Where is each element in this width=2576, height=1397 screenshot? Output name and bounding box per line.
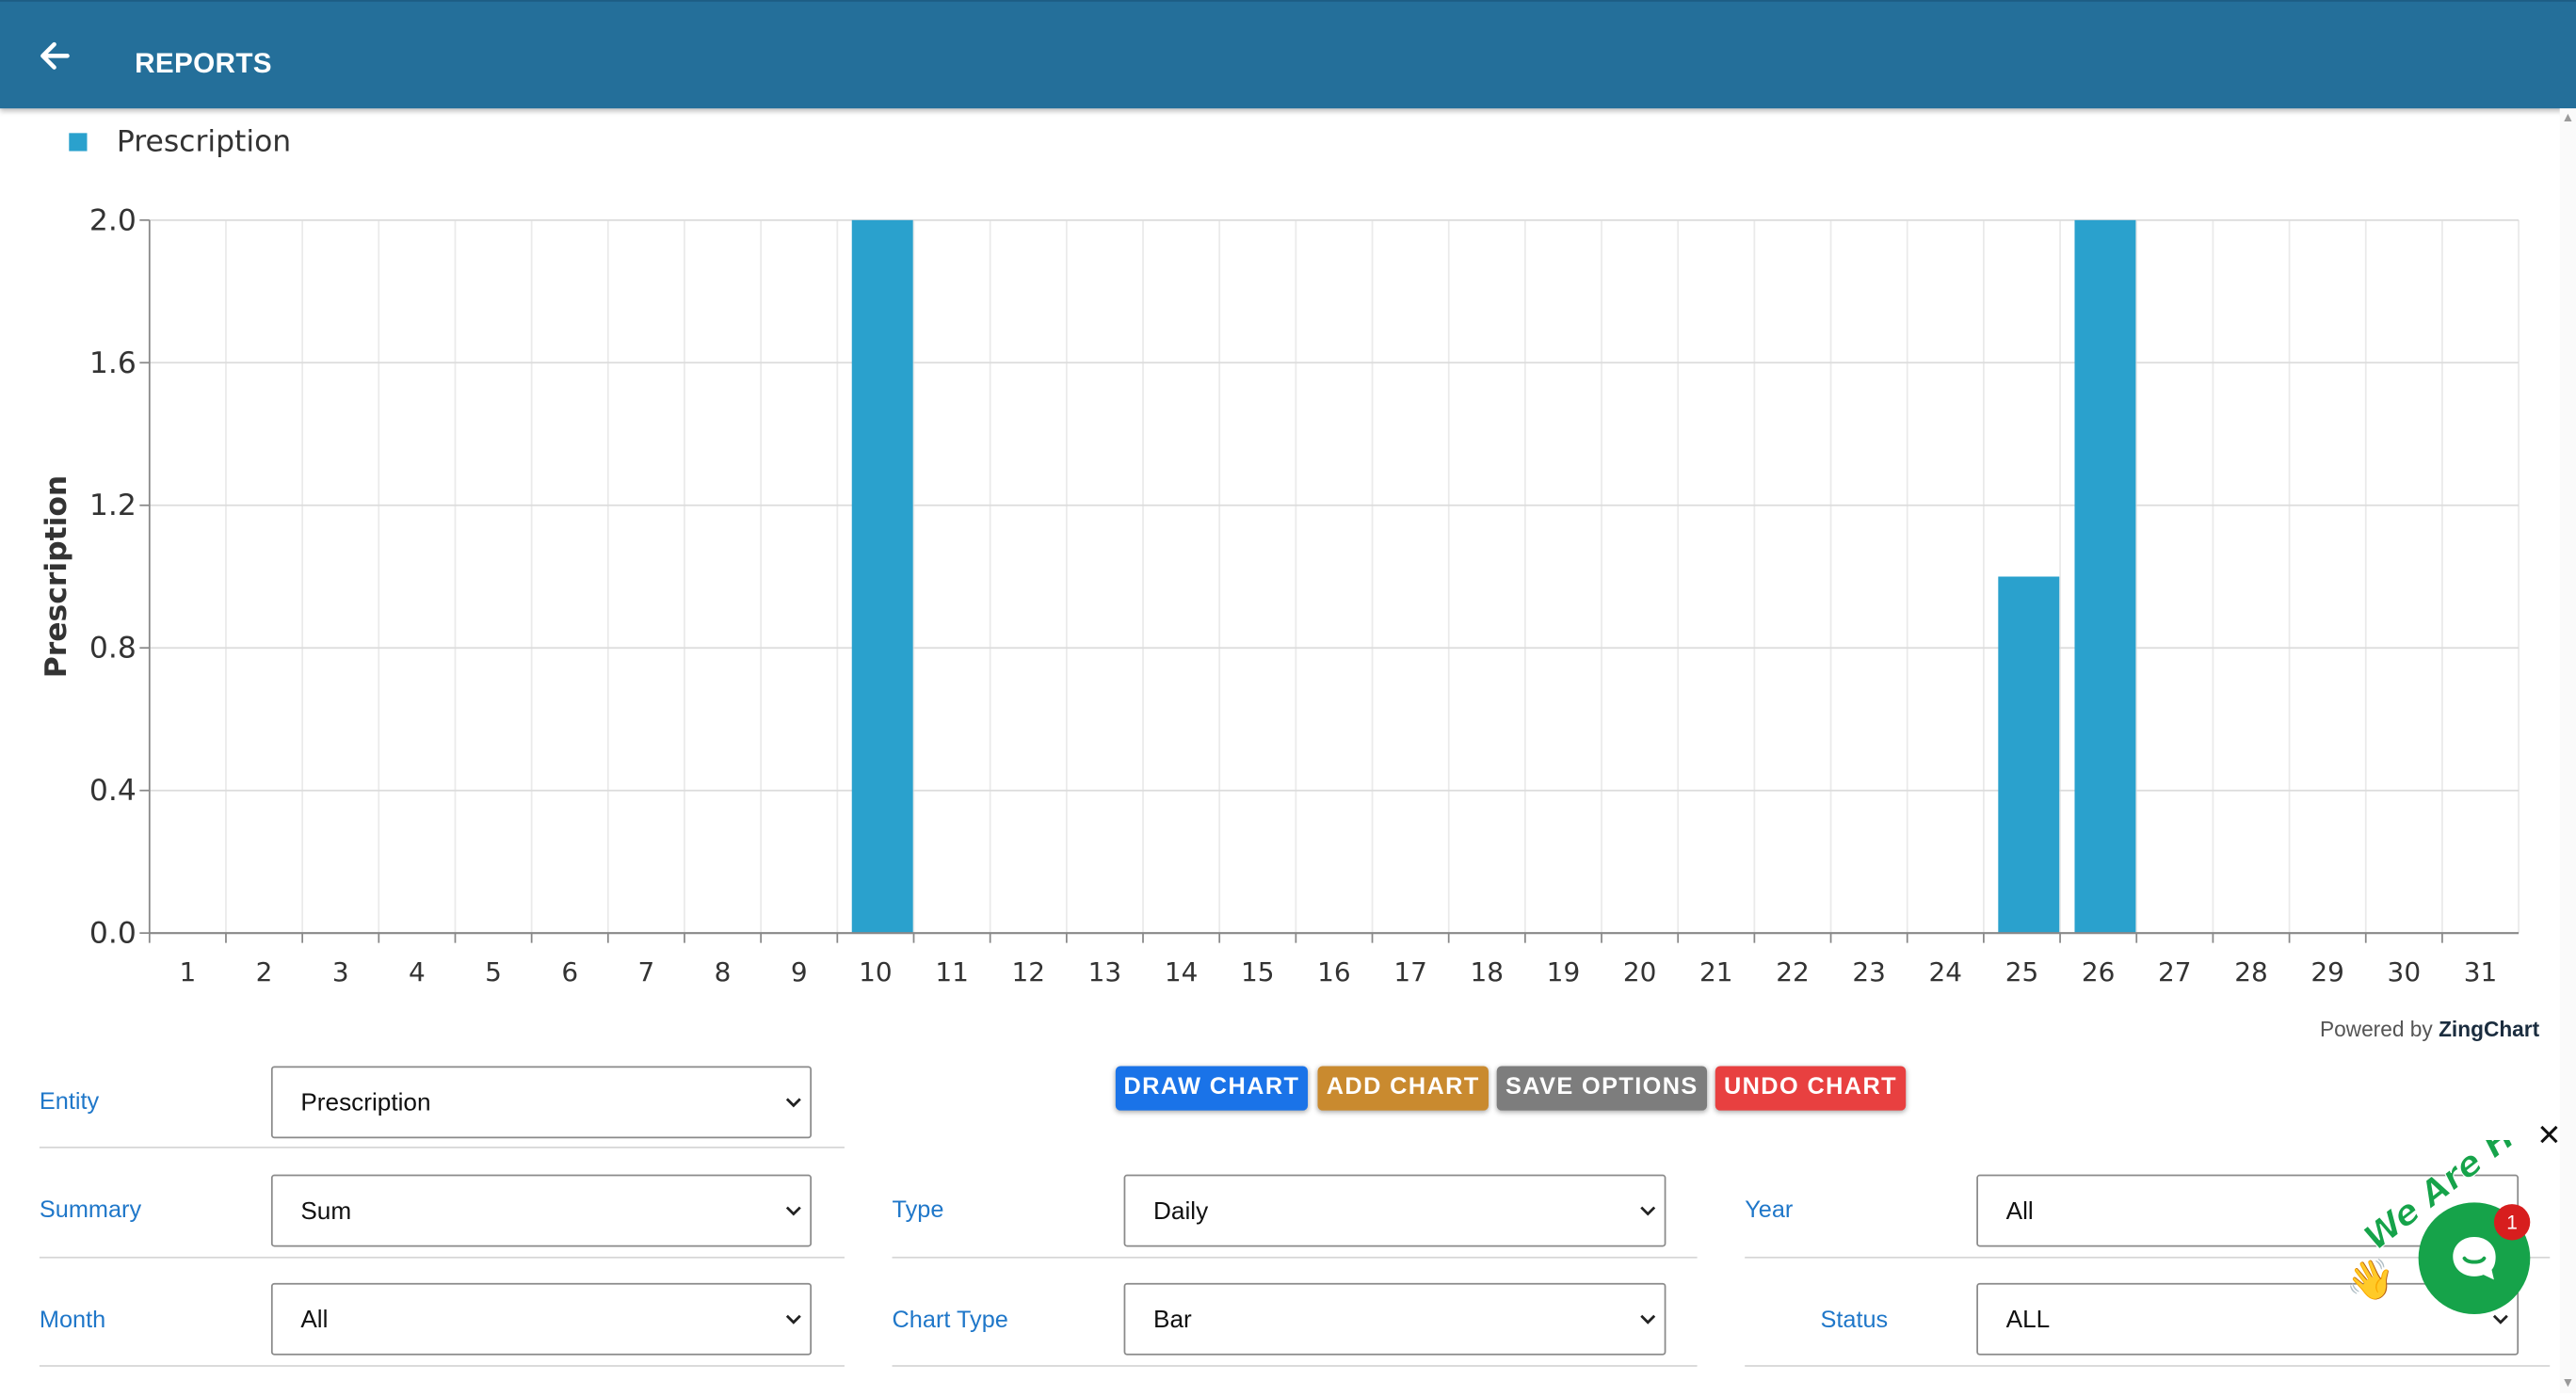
entity-label: Entity [39, 1088, 100, 1116]
x-tick-label: 30 [2388, 956, 2422, 988]
x-tick-label: 29 [2310, 956, 2344, 988]
notification-badge: 1 [2493, 1204, 2531, 1241]
save-options-button[interactable]: SAVE OPTIONS [1496, 1066, 1708, 1111]
chevron-down-icon [1640, 1314, 1656, 1325]
y-tick-label: 0.4 [89, 774, 137, 808]
x-tick-label: 21 [1699, 956, 1733, 988]
type-label: Type [892, 1197, 944, 1225]
x-tick-label: 16 [1317, 956, 1351, 988]
x-tick-label: 11 [935, 956, 969, 988]
bar-chart: Prescription Prescription 0.0 0.4 0.8 1.2 1.… [40, 125, 2520, 988]
x-tick-label: 6 [561, 956, 578, 988]
chevron-down-icon [785, 1098, 801, 1108]
x-tick-label: 2 [256, 956, 273, 988]
chevron-down-icon [785, 1206, 801, 1216]
waving-hand-icon: 👋 [2345, 1258, 2396, 1303]
month-select-value: All [300, 1306, 329, 1334]
x-tick-label: 3 [332, 956, 349, 988]
x-tick-label: 28 [2234, 956, 2268, 988]
y-axis-title: Prescription [40, 475, 73, 679]
x-tick-label: 18 [1471, 956, 1505, 988]
x-tick-label: 17 [1393, 956, 1427, 988]
month-select[interactable]: All [270, 1282, 813, 1356]
scroll-up-icon[interactable]: ▲ [2561, 111, 2574, 125]
x-tick-label: 5 [485, 956, 502, 988]
powered-by-prefix: Powered by [2319, 1017, 2433, 1042]
x-tick-label: 7 [638, 956, 655, 988]
app-bar: REPORTS [0, 0, 2576, 109]
divider [39, 1147, 845, 1148]
summary-select-value: Sum [300, 1197, 352, 1226]
entity-select[interactable]: Prescription [270, 1066, 813, 1139]
legend-label[interactable]: Prescription [117, 125, 291, 159]
powered-by-brand[interactable]: ZingChart [2439, 1017, 2539, 1041]
x-tick-label: 22 [1776, 956, 1810, 988]
undo-chart-button[interactable]: UNDO CHART [1715, 1066, 1907, 1111]
summary-select[interactable]: Sum [270, 1174, 813, 1247]
y-tick-label: 2.0 [89, 203, 137, 237]
y-tick-label: 1.6 [89, 346, 137, 380]
x-tick-label: 8 [715, 956, 732, 988]
divider [39, 1256, 845, 1259]
x-tick-label: 12 [1011, 956, 1045, 988]
entity-select-value: Prescription [300, 1088, 431, 1117]
month-label: Month [39, 1308, 106, 1334]
powered-by[interactable]: Powered by ZingChart [2320, 1017, 2539, 1041]
type-select[interactable]: Daily [1123, 1174, 1666, 1247]
divider [892, 1256, 1698, 1259]
add-chart-button[interactable]: ADD CHART [1317, 1066, 1489, 1111]
chat-icon [2453, 1236, 2496, 1280]
status-label: Status [1820, 1308, 1889, 1334]
x-tick-label: 14 [1165, 956, 1199, 988]
x-tick-label: 13 [1088, 956, 1122, 988]
divider [892, 1365, 1698, 1367]
status-select-value: ALL [2005, 1306, 2051, 1334]
legend-swatch[interactable] [69, 133, 88, 152]
x-tick-label: 26 [2082, 956, 2116, 988]
x-tick-label: 10 [859, 956, 893, 988]
chart-type-label: Chart Type [892, 1308, 1008, 1334]
x-tick-label: 1 [179, 956, 196, 988]
x-tick-label: 9 [791, 956, 808, 988]
bar-day-26[interactable] [2074, 219, 2136, 934]
chevron-down-icon [2492, 1314, 2508, 1325]
year-select-value: All [2005, 1197, 2034, 1226]
y-tick-label: 1.2 [89, 489, 137, 522]
page-title: REPORTS [135, 47, 272, 79]
x-tick-label: 23 [1852, 956, 1886, 988]
page-scale: REPORTS ▲ ▼ Prescription Prescription 0.… [0, 0, 2576, 1393]
x-tick-label: 31 [2464, 956, 2498, 988]
chevron-down-icon [785, 1314, 801, 1325]
y-tick-label: 0.0 [89, 917, 137, 951]
bar-day-25[interactable] [1998, 576, 2060, 934]
x-tick-label: 4 [409, 956, 426, 988]
chevron-down-icon [1640, 1206, 1656, 1216]
x-tick-label: 25 [2005, 956, 2039, 988]
chart-type-select[interactable]: Bar [1123, 1282, 1666, 1356]
x-tick-label: 27 [2158, 956, 2192, 988]
divider [39, 1365, 845, 1367]
draw-chart-button[interactable]: DRAW CHART [1115, 1066, 1309, 1111]
bar-day-10[interactable] [851, 219, 913, 934]
x-tick-label: 19 [1547, 956, 1581, 988]
x-tick-label: 20 [1623, 956, 1657, 988]
scroll-down-icon[interactable]: ▼ [2561, 1375, 2574, 1389]
back-arrow-icon[interactable] [29, 31, 78, 80]
year-label: Year [1745, 1197, 1794, 1225]
summary-label: Summary [39, 1197, 142, 1225]
x-tick-label: 15 [1241, 956, 1275, 988]
divider [1745, 1365, 2551, 1367]
type-select-value: Daily [1152, 1197, 1209, 1226]
x-tick-label: 24 [1929, 956, 1963, 988]
y-tick-label: 0.8 [89, 632, 137, 666]
chart-type-select-value: Bar [1152, 1306, 1192, 1334]
